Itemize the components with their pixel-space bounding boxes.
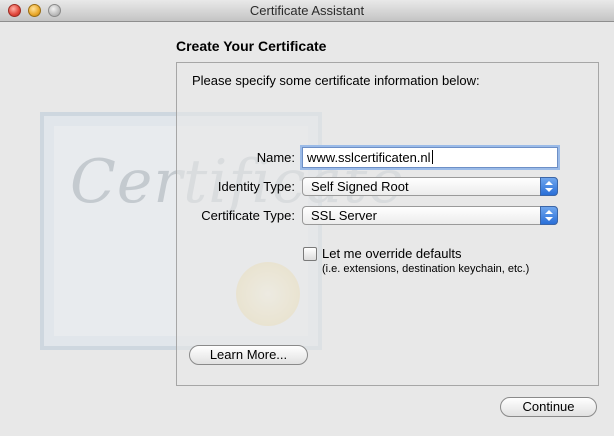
continue-button[interactable]: Continue <box>500 397 597 417</box>
override-defaults-checkbox[interactable] <box>303 247 317 261</box>
certificate-type-label: Certificate Type: <box>201 208 295 223</box>
page-title: Create Your Certificate <box>176 38 327 54</box>
name-label: Name: <box>256 150 295 165</box>
certificate-type-popup[interactable]: SSL Server <box>302 206 558 225</box>
title-bar: Certificate Assistant <box>0 0 614 22</box>
name-field[interactable]: www.sslcertificaten.nl <box>302 147 558 168</box>
learn-more-button[interactable]: Learn More... <box>189 345 308 365</box>
popup-arrows-icon <box>540 206 558 225</box>
identity-type-popup[interactable]: Self Signed Root <box>302 177 558 196</box>
override-defaults-hint: (i.e. extensions, destination keychain, … <box>322 263 530 275</box>
certificate-type-value: SSL Server <box>311 208 377 223</box>
identity-type-value: Self Signed Root <box>311 179 409 194</box>
intro-text: Please specify some certificate informat… <box>192 73 480 88</box>
certificate-assistant-window: Certificate Assistant Certificate Create… <box>0 0 614 436</box>
text-caret <box>431 150 433 164</box>
identity-type-label: Identity Type: <box>217 179 295 194</box>
window-title: Certificate Assistant <box>249 3 365 18</box>
popup-arrows-icon <box>540 177 558 196</box>
override-defaults-label[interactable]: Let me override defaults <box>322 246 461 261</box>
name-field-value: www.sslcertificaten.nl <box>307 150 431 165</box>
